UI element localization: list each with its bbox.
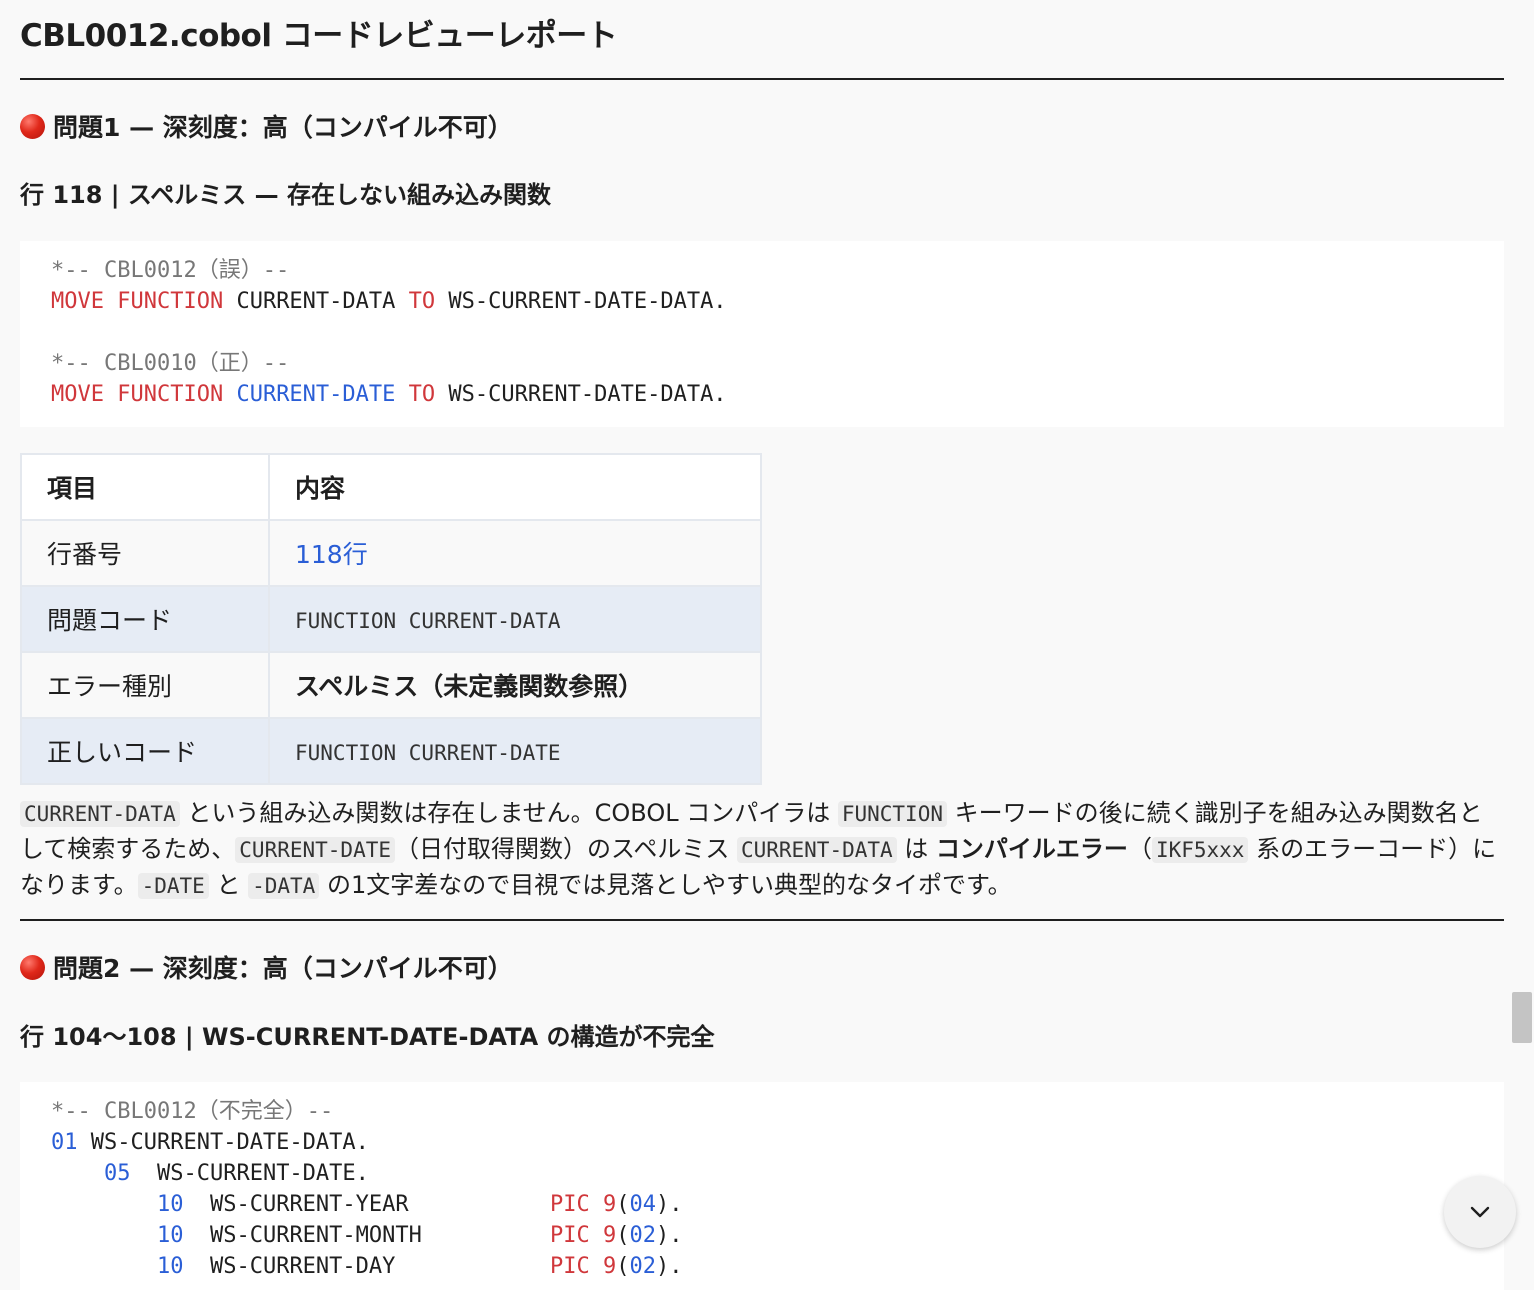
table-header: 内容 <box>268 453 762 521</box>
red-circle-icon <box>20 954 45 980</box>
scrollbar-thumb[interactable] <box>1512 992 1532 1043</box>
divider <box>20 78 1504 80</box>
issue2-subheading: 行 104〜108 | WS-CURRENT-DATE-DATA の構造が不完全 <box>20 1023 715 1051</box>
issue1-heading: 問題1 — 深刻度：高（コンパイル不可） <box>20 108 513 144</box>
red-circle-icon <box>20 113 45 139</box>
code-block-2: *-- CBL0012（不完全）-- 01 WS-CURRENT-DATE-DA… <box>20 1082 1504 1290</box>
page-title: CBL0012.cobol コードレビューレポート <box>20 18 618 54</box>
scroll-down-button[interactable] <box>1444 1176 1516 1248</box>
code-line: 10 WS-CURRENT-YEAR PIC 9(04). <box>156 1192 683 1217</box>
code-line: 10 WS-CURRENT-DAY PIC 9(02). <box>156 1254 683 1279</box>
issue1-subheading: 行 118 | スペルミス — 存在しない組み込み関数 <box>20 181 551 209</box>
code-block-1: *-- CBL0012（誤）-- MOVE FUNCTION CURRENT-D… <box>20 241 1504 427</box>
table-row: 問題コード FUNCTION CURRENT-DATA <box>20 585 762 653</box>
issue2-heading: 問題2 — 深刻度：高（コンパイル不可） <box>20 949 513 985</box>
issue1-table: 項目 内容 行番号 118行 問題コード FUNCTION CURRENT-DA… <box>20 453 762 785</box>
inline-code: FUNCTION CURRENT-DATE <box>295 740 561 765</box>
code-comment: *-- CBL0012（不完全）-- <box>51 1099 334 1124</box>
code-comment: *-- CBL0012（誤）-- <box>51 258 290 283</box>
issue1-description: CURRENT-DATA という組み込み関数は存在しません。COBOL コンパイ… <box>20 799 1497 899</box>
code-line: MOVE FUNCTION CURRENT-DATA TO WS-CURRENT… <box>51 289 727 314</box>
table-row: 行番号 118行 <box>20 519 762 587</box>
line-number-link[interactable]: 118行 <box>268 519 762 587</box>
code-line: 10 WS-CURRENT-MONTH PIC 9(02). <box>156 1223 683 1248</box>
code-line: MOVE FUNCTION CURRENT-DATE TO WS-CURRENT… <box>51 382 727 407</box>
chevron-down-icon <box>1470 1206 1490 1218</box>
code-line: 05 WS-CURRENT-DATE. <box>103 1161 369 1186</box>
inline-code: FUNCTION CURRENT-DATA <box>295 608 561 633</box>
divider <box>20 919 1504 921</box>
table-row: エラー種別 スペルミス（未定義関数参照） <box>20 651 762 719</box>
table-row: 正しいコード FUNCTION CURRENT-DATE <box>20 717 762 785</box>
code-comment: *-- CBL0010（正）-- <box>51 351 290 376</box>
code-line: 01 WS-CURRENT-DATE-DATA. <box>51 1130 369 1155</box>
table-header: 項目 <box>20 453 270 521</box>
